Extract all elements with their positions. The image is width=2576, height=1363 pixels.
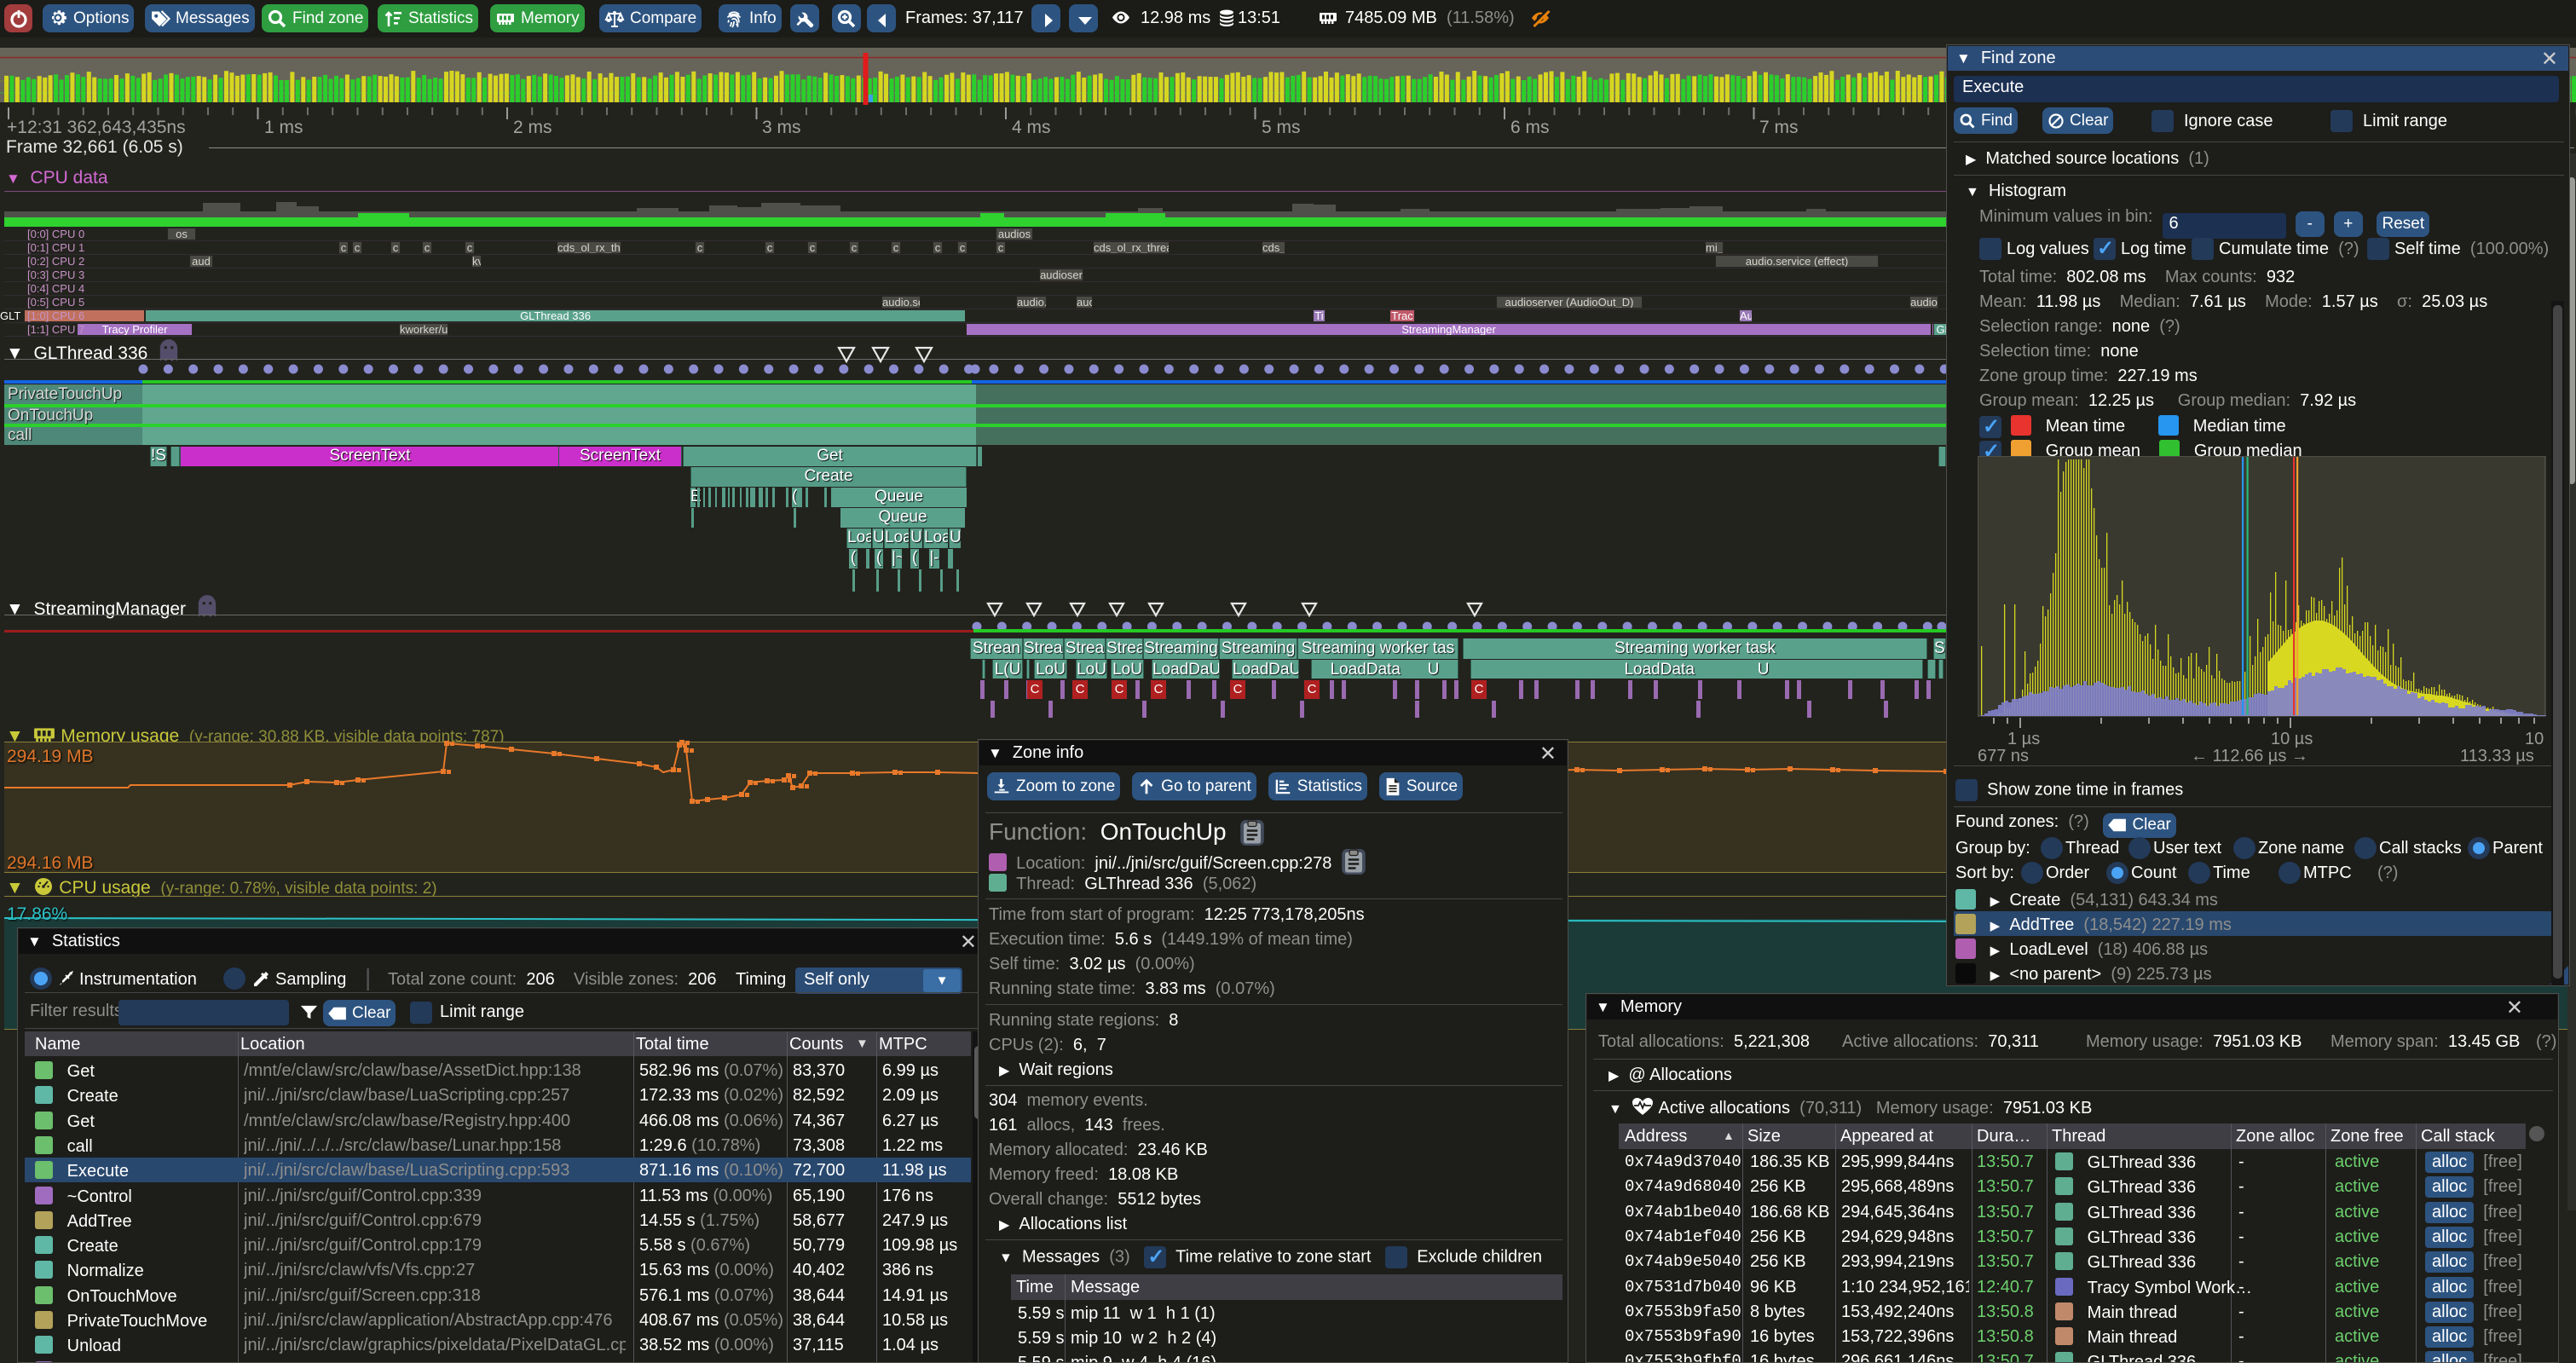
svg-text:4 ms: 4 ms xyxy=(1012,118,1051,137)
svg-text:1 ms: 1 ms xyxy=(264,118,303,137)
svg-text:5 ms: 5 ms xyxy=(1262,118,1301,137)
svg-text:6 ms: 6 ms xyxy=(1510,118,1550,137)
svg-text:+12:31 362,643,435ns: +12:31 362,643,435ns xyxy=(7,118,186,137)
svg-text:3 ms: 3 ms xyxy=(762,118,801,137)
svg-text:7 ms: 7 ms xyxy=(1759,118,1799,137)
svg-text:2 ms: 2 ms xyxy=(513,118,552,137)
